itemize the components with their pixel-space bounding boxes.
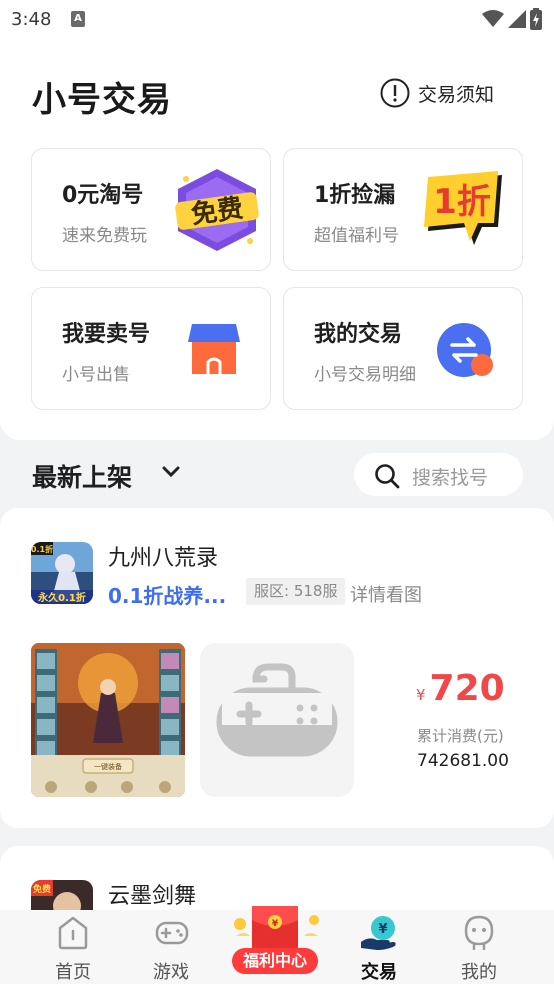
tile-subtitle: 速来免费玩 bbox=[62, 226, 147, 246]
tab-label: 福利中心 bbox=[232, 948, 318, 974]
svg-text:¥: ¥ bbox=[272, 919, 279, 929]
tab-home[interactable]: 首页 bbox=[23, 910, 123, 984]
svg-text:1折: 1折 bbox=[433, 182, 491, 222]
listing-card[interactable]: 0.1折 永久0.1折 九州八荒录 0.1折战养... 服区: 518服 详情看… bbox=[0, 508, 554, 828]
status-indicators bbox=[482, 8, 542, 30]
trade-notice-button[interactable]: 交易须知 bbox=[380, 78, 494, 108]
chevron-down-icon[interactable] bbox=[162, 465, 180, 479]
tab-label: 首页 bbox=[55, 962, 91, 983]
game-name: 云墨剑舞 bbox=[108, 884, 197, 909]
svg-text:0.1折: 0.1折 bbox=[31, 544, 53, 554]
free-badge-icon: 免费 bbox=[172, 167, 262, 257]
detail-link[interactable]: 详情看图 bbox=[350, 581, 422, 607]
price-value: 720 bbox=[429, 668, 505, 709]
trade-icon: ¥ bbox=[361, 916, 396, 950]
top-card: 小号交易 交易须知 0元淘号 速来免费玩 免费 1折捡漏 超值福利号 1折 我要… bbox=[0, 40, 554, 440]
gamepad-icon bbox=[155, 921, 189, 945]
tile-free-account[interactable]: 0元淘号 速来免费玩 免费 bbox=[31, 148, 271, 271]
tile-title: 0元淘号 bbox=[62, 183, 144, 208]
spend-value: 742681.00 bbox=[417, 751, 509, 771]
tile-sell-account[interactable]: 我要卖号 小号出售 bbox=[31, 287, 271, 410]
tab-games[interactable]: 游戏 bbox=[121, 910, 221, 984]
tile-my-trades[interactable]: 我的交易 小号交易明细 bbox=[283, 287, 523, 410]
tile-title: 我要卖号 bbox=[62, 322, 151, 347]
search-placeholder: 搜索找号 bbox=[412, 467, 489, 489]
section-title[interactable]: 最新上架 bbox=[32, 458, 132, 494]
info-icon bbox=[380, 78, 410, 108]
tile-title: 我的交易 bbox=[314, 322, 403, 347]
gamepad-icon bbox=[216, 663, 338, 757]
exchange-icon bbox=[436, 322, 496, 384]
status-bar: 3:48 A bbox=[0, 0, 554, 40]
tile-subtitle: 小号交易明细 bbox=[314, 365, 416, 385]
server-badge: 服区: 518服 bbox=[246, 578, 346, 605]
notification-icon: A bbox=[71, 11, 85, 27]
search-input[interactable]: 搜索找号 bbox=[354, 453, 523, 496]
price: ¥ 720 bbox=[416, 668, 505, 709]
game-name: 九州八荒录 bbox=[108, 546, 219, 571]
discount-badge-icon: 1折 bbox=[424, 171, 506, 253]
tab-label: 我的 bbox=[461, 962, 497, 983]
svg-text:永久0.1折: 永久0.1折 bbox=[37, 591, 86, 604]
image-placeholder bbox=[200, 643, 354, 797]
svg-text:¥: ¥ bbox=[378, 922, 387, 937]
promo-text: 0.1折战养... bbox=[108, 584, 227, 608]
battery-icon bbox=[530, 8, 542, 30]
svg-text:一键装备: 一键装备 bbox=[94, 762, 122, 771]
tile-discount-account[interactable]: 1折捡漏 超值福利号 1折 bbox=[283, 148, 523, 271]
red-envelope-icon: ¥ bbox=[234, 906, 319, 952]
signal-icon bbox=[508, 10, 526, 28]
tab-welfare-center[interactable]: ¥ 福利中心 bbox=[226, 890, 326, 980]
game-icon: 0.1折 永久0.1折 bbox=[31, 542, 93, 604]
currency-symbol: ¥ bbox=[416, 686, 426, 704]
profile-icon bbox=[464, 915, 494, 950]
trade-notice-label: 交易须知 bbox=[418, 83, 495, 106]
tab-label: 游戏 bbox=[153, 962, 189, 983]
svg-text:免费: 免费 bbox=[33, 883, 51, 895]
status-time: 3:48 bbox=[11, 9, 52, 30]
tab-trade[interactable]: ¥ 交易 bbox=[329, 910, 429, 984]
tile-title: 1折捡漏 bbox=[314, 183, 396, 208]
spend-label: 累计消费(元) bbox=[417, 727, 504, 745]
tab-profile[interactable]: 我的 bbox=[429, 910, 529, 984]
tile-subtitle: 小号出售 bbox=[62, 365, 130, 385]
home-icon bbox=[58, 916, 88, 950]
tab-label: 交易 bbox=[361, 962, 397, 983]
page-title: 小号交易 bbox=[32, 80, 172, 120]
search-icon bbox=[375, 464, 400, 489]
game-screenshot[interactable]: 一键装备 bbox=[31, 643, 185, 797]
latest-section-header: 最新上架 搜索找号 bbox=[0, 440, 554, 508]
tile-subtitle: 超值福利号 bbox=[314, 226, 399, 246]
shop-icon bbox=[186, 322, 242, 382]
wifi-icon bbox=[482, 10, 504, 27]
